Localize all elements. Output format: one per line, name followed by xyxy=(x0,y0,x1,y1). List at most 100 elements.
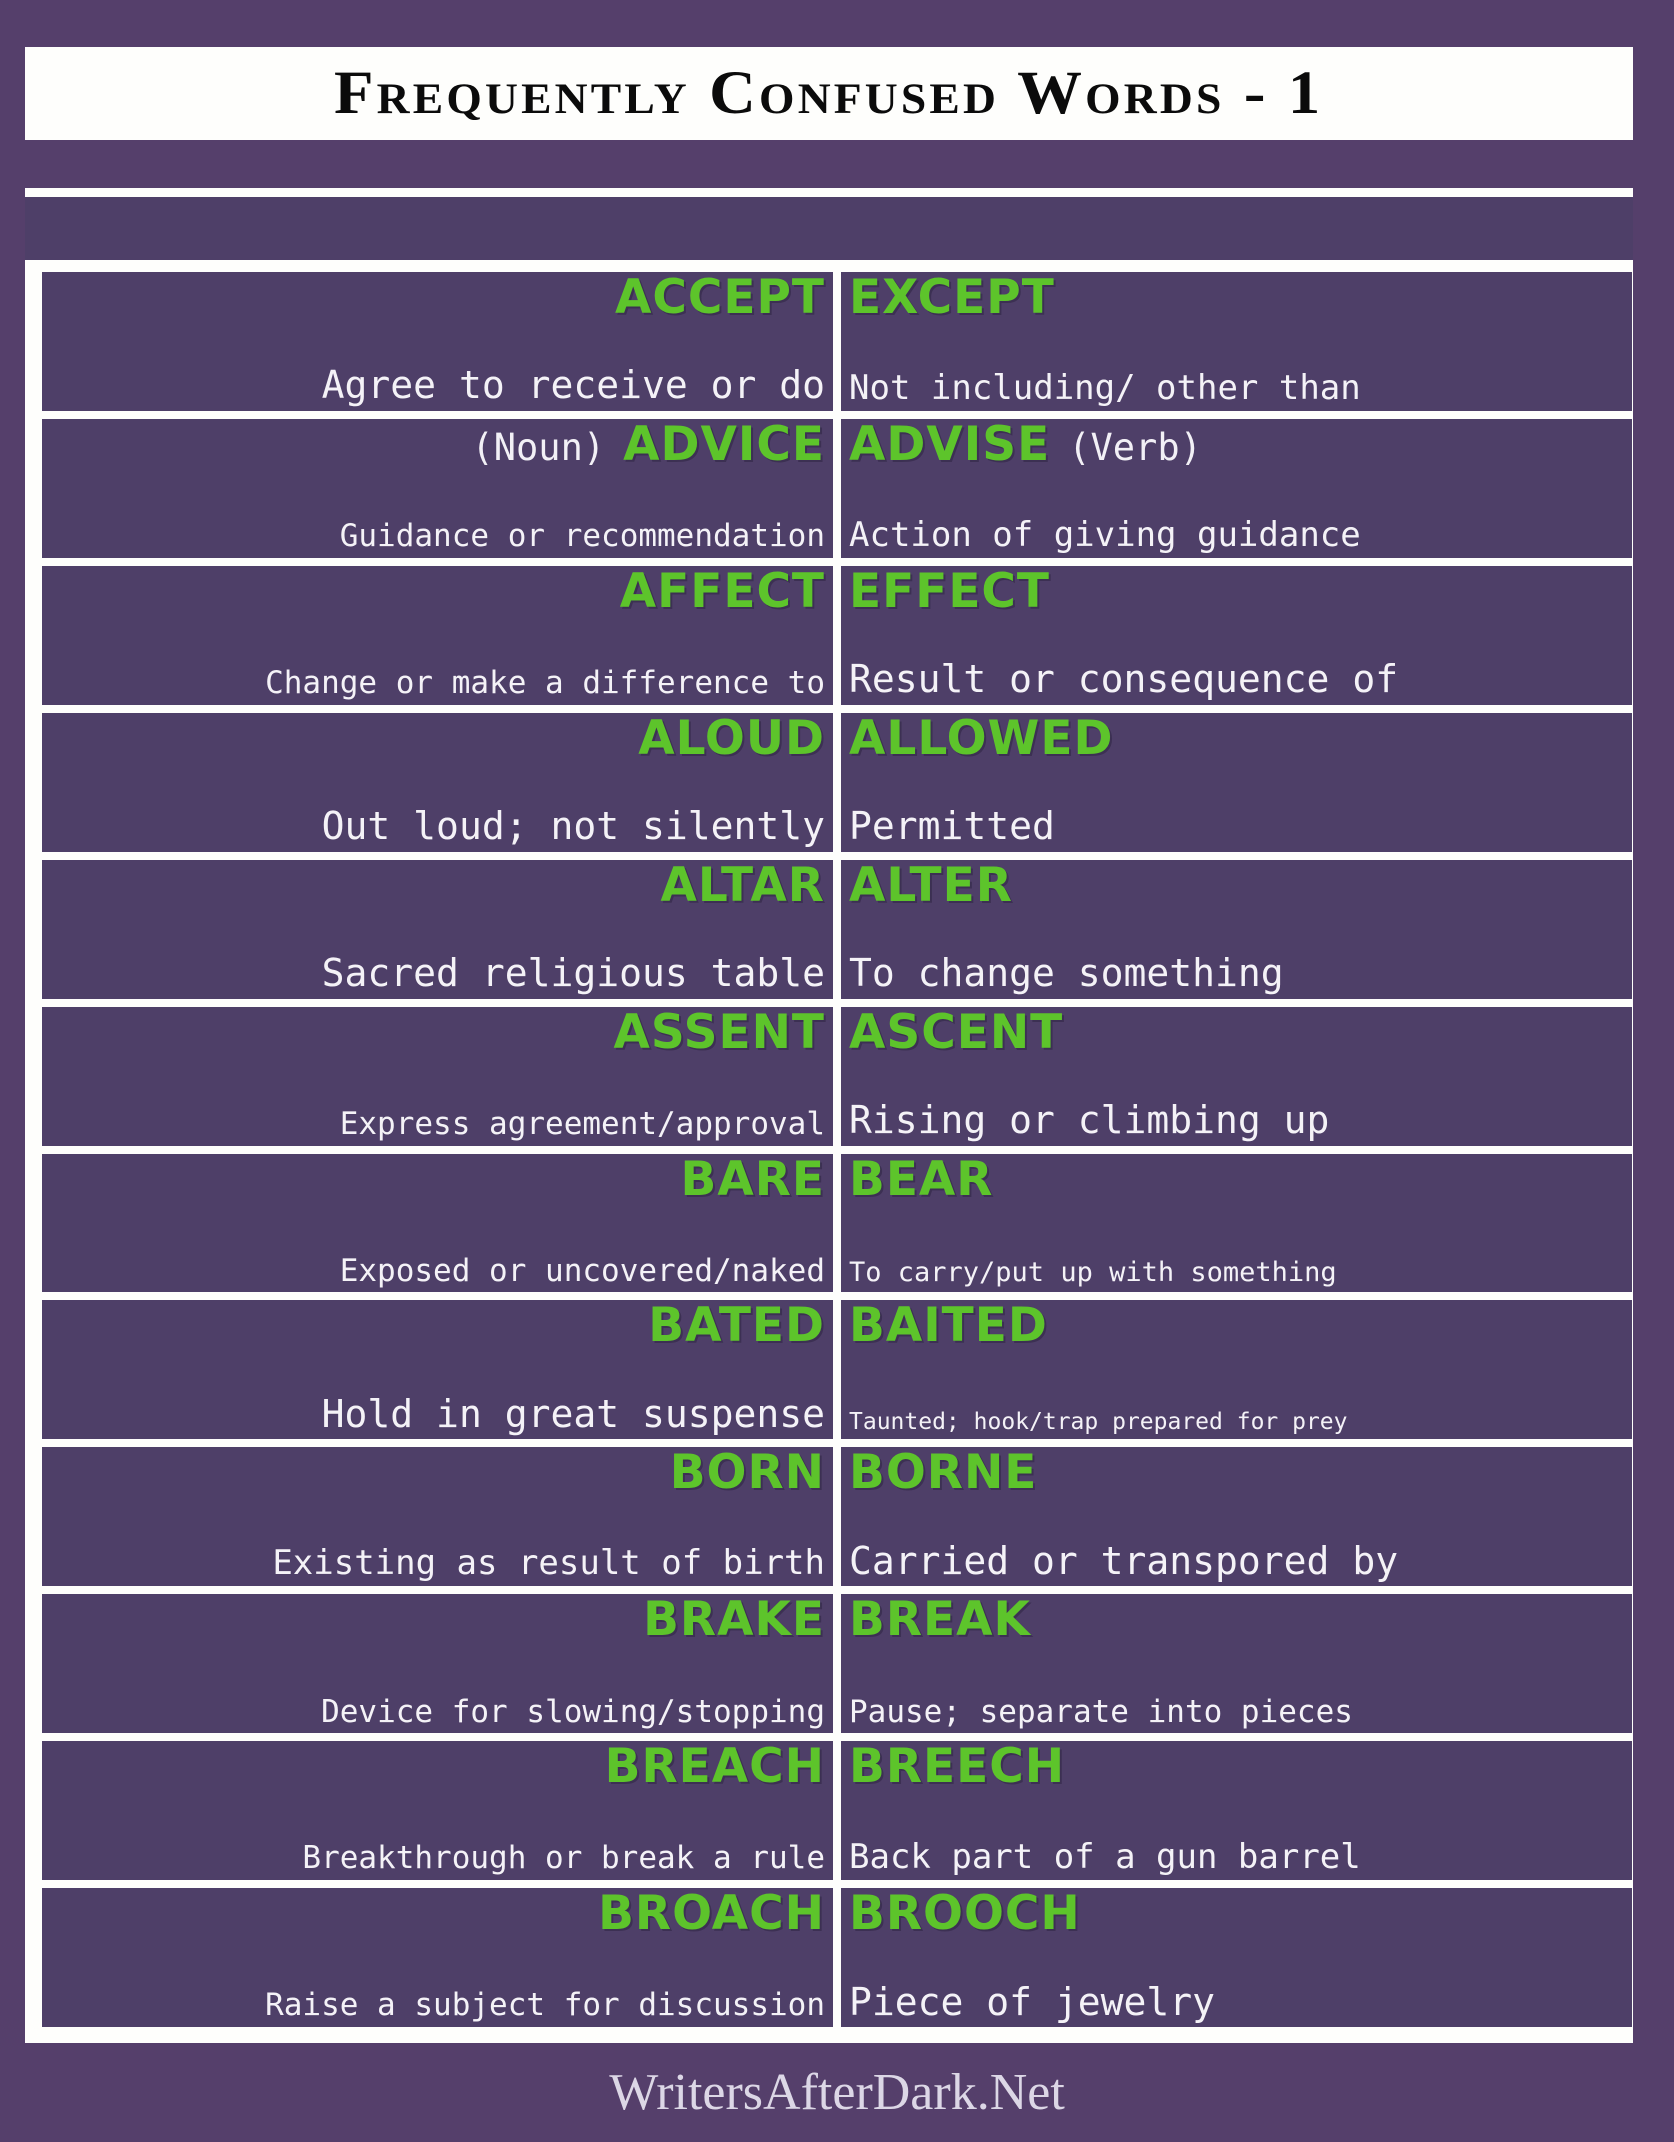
word-definition: Exposed or uncovered/naked xyxy=(339,1252,825,1289)
word-definition: Action of giving guidance xyxy=(849,514,1361,555)
word-definition: To change something xyxy=(849,951,1284,996)
confused-word: BORN xyxy=(669,1447,825,1501)
site-credit: WritersAfterDark.Net xyxy=(609,2063,1065,2121)
word-definition: Rising or climbing up xyxy=(849,1097,1330,1142)
confused-word: BARE xyxy=(680,1153,825,1207)
confused-word: ALTER xyxy=(849,859,1013,913)
word-cell-right: ALLOWED Permitted xyxy=(841,712,1632,852)
confused-word: BATED xyxy=(648,1300,825,1354)
word-headline: BROOCH xyxy=(841,1889,1089,1939)
word-headline: BORN xyxy=(662,1448,833,1498)
word-cell-left: ALOUD Out loud; not silently xyxy=(42,712,833,852)
word-cell-right: BEAR To carry/put up with something xyxy=(841,1153,1632,1293)
word-headline: EFFECT xyxy=(841,567,1058,617)
word-cell-right: BROOCH Piece of jewelry xyxy=(841,1888,1632,2028)
footer-bar: WritersAfterDark.Net xyxy=(0,2043,1674,2142)
word-definition: Piece of jewelry xyxy=(849,1979,1216,2024)
word-pair-row: BREACH Breakthrough or break a rule BREECH… xyxy=(42,1741,1632,1881)
word-pair-row: ALTAR Sacred religious table ALTER To chang… xyxy=(42,859,1632,999)
word-cell-left: BREACH Breakthrough or break a rule xyxy=(42,1741,833,1881)
word-headline: ASSENT xyxy=(606,1006,833,1060)
word-headline: BREECH xyxy=(841,1742,1073,1792)
word-cell-right: ASCENT Rising or climbing up xyxy=(841,1006,1632,1146)
word-cell-right: EFFECT Result or consequence of xyxy=(841,565,1632,705)
word-headline: BREAK xyxy=(841,1595,1039,1645)
page-title: Frequently Confused Words - 1 xyxy=(334,60,1324,127)
confused-word: BREECH xyxy=(849,1741,1066,1795)
word-cell-right: BAITED Taunted; hook/trap prepared for pr… xyxy=(841,1300,1632,1440)
word-definition: Express agreement/approval xyxy=(339,1105,825,1142)
word-pair-row: AFFECT Change or make a difference to EFFE… xyxy=(42,565,1632,705)
table-top-band xyxy=(25,197,1633,260)
word-definition: Permitted xyxy=(849,804,1055,849)
word-headline: (Noun) ADVICE xyxy=(463,420,833,470)
word-definition: Breakthrough or break a rule xyxy=(302,1840,825,1877)
infographic-poster: Frequently Confused Words - 1 ACCEPT Agre… xyxy=(0,0,1674,2142)
confused-word: AFFECT xyxy=(619,565,825,619)
word-table-frame: ACCEPT Agree to receive or do EXCEPT Not in… xyxy=(25,188,1633,2043)
word-cell-right: BREAK Pause; separate into pieces xyxy=(841,1594,1632,1734)
word-headline: ACCEPT xyxy=(607,273,833,323)
word-pair-row: ALOUD Out loud; not silently ALLOWED Permit… xyxy=(42,712,1632,852)
word-pair-row: BRAKE Device for slowing/stopping BREAK Pau… xyxy=(42,1594,1632,1734)
word-cell-left: BROACH Raise a subject for discussion xyxy=(42,1888,833,2028)
word-headline: ALTER xyxy=(841,859,1021,913)
word-pair-row: ACCEPT Agree to receive or do EXCEPT Not in… xyxy=(42,272,1632,411)
word-headline: BRAKE xyxy=(635,1595,833,1645)
word-cell-right: BORNE Carried or transpored by xyxy=(841,1447,1632,1587)
part-of-speech-label: (Noun) xyxy=(471,425,606,469)
word-definition: Pause; separate into pieces xyxy=(849,1693,1353,1730)
word-definition: Taunted; hook/trap prepared for prey xyxy=(849,1408,1348,1435)
word-cell-left: ALTAR Sacred religious table xyxy=(42,859,833,999)
word-cell-left: BATED Hold in great suspense xyxy=(42,1300,833,1440)
word-headline: BARE xyxy=(673,1153,834,1207)
word-headline: ALOUD xyxy=(630,712,833,766)
confused-word: ACCEPT xyxy=(615,272,825,325)
confused-word: BREAK xyxy=(849,1594,1031,1648)
word-cell-left: BARE Exposed or uncovered/naked xyxy=(42,1153,834,1293)
confused-word: BEAR xyxy=(849,1153,994,1207)
word-cell-right: ADVISE (Verb) Action of giving guidance xyxy=(841,418,1632,558)
word-definition: Result or consequence of xyxy=(849,657,1399,702)
confused-word: ALOUD xyxy=(638,712,825,766)
word-pair-row: (Noun) ADVICE Guidance or recommendation AD… xyxy=(42,418,1632,558)
word-pair-row: BROACH Raise a subject for discussion BROO… xyxy=(42,1888,1632,2028)
confused-word: ALTAR xyxy=(660,859,825,913)
confused-word: ADVISE xyxy=(849,418,1051,472)
title-bar: Frequently Confused Words - 1 xyxy=(25,47,1633,140)
word-pair-row: BORN Existing as result of birth BORNE Carr… xyxy=(42,1447,1632,1587)
word-definition: Back part of a gun barrel xyxy=(849,1837,1361,1878)
word-definition: Raise a subject for discussion xyxy=(265,1987,825,2024)
word-cell-left: AFFECT Change or make a difference to xyxy=(42,565,833,705)
word-definition: To carry/put up with something xyxy=(849,1257,1337,1289)
word-headline: ALTAR xyxy=(652,859,833,913)
confused-word: ASSENT xyxy=(613,1006,825,1060)
word-headline: ADVISE (Verb) xyxy=(841,420,1210,470)
word-pair-row: ASSENT Express agreement/approval ASCENT Ri… xyxy=(42,1006,1632,1146)
confused-word: BORNE xyxy=(849,1447,1038,1501)
word-cell-right: BREECH Back part of a gun barrel xyxy=(841,1741,1632,1881)
word-definition: Out loud; not silently xyxy=(321,804,825,849)
word-definition: Guidance or recommendation xyxy=(339,518,825,555)
word-cell-left: ASSENT Express agreement/approval xyxy=(42,1006,833,1146)
word-headline: ASCENT xyxy=(841,1006,1071,1060)
word-pairs-grid: ACCEPT Agree to receive or do EXCEPT Not in… xyxy=(42,272,1632,2028)
confused-word: BROOCH xyxy=(849,1888,1081,1942)
word-definition: Not including/ other than xyxy=(849,367,1361,408)
confused-word: ADVICE xyxy=(623,418,825,472)
confused-word: ASCENT xyxy=(849,1006,1064,1060)
word-definition: Carried or transpored by xyxy=(849,1538,1399,1583)
confused-word: ALLOWED xyxy=(849,712,1114,766)
word-cell-left: BORN Existing as result of birth xyxy=(42,1447,833,1587)
word-definition: Hold in great suspense xyxy=(321,1391,825,1436)
word-headline: AFFECT xyxy=(612,567,833,617)
confused-word: BRAKE xyxy=(643,1594,825,1648)
word-headline: BREACH xyxy=(597,1742,833,1792)
word-pair-row: BATED Hold in great suspense BAITED Taunted… xyxy=(42,1300,1632,1440)
word-headline: BEAR xyxy=(841,1153,1002,1207)
part-of-speech-label: (Verb) xyxy=(1068,425,1202,469)
word-cell-left: ACCEPT Agree to receive or do xyxy=(42,272,833,411)
word-definition: Change or make a difference to xyxy=(265,665,825,702)
word-headline: BROACH xyxy=(590,1889,833,1939)
confused-word: BROACH xyxy=(598,1888,825,1942)
